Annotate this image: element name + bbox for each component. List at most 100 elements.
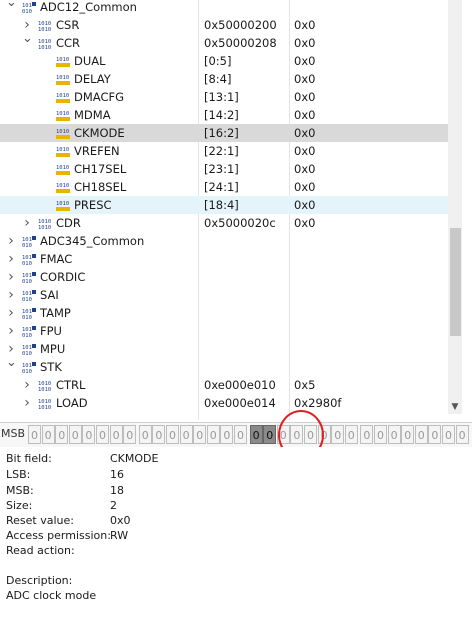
bit-cell[interactable]: 0	[138, 425, 152, 444]
bit-cell[interactable]: 0	[109, 425, 123, 444]
bit-cell[interactable]: 0	[344, 425, 358, 444]
bit-cell[interactable]: 0	[152, 425, 166, 444]
bit-cell[interactable]: 0	[249, 425, 263, 444]
bit-cell[interactable]: 0	[68, 425, 82, 444]
tree-row-load[interactable]: › 1010 1010 LOAD 0xe000e014 0x2980f	[0, 394, 462, 412]
bit-cell[interactable]: 0	[455, 425, 469, 444]
value-cell[interactable]: 0x0	[294, 178, 454, 196]
address-cell: 0x50000200	[204, 18, 277, 32]
value-cell[interactable]: 0x0	[294, 16, 454, 34]
svg-text:1010: 1010	[38, 27, 51, 32]
row-label: MPU	[40, 342, 66, 356]
bit-cell[interactable]: 0	[206, 425, 220, 444]
vertical-scrollbar-thumb[interactable]	[450, 228, 461, 336]
svg-text:1010: 1010	[56, 165, 69, 171]
value-cell[interactable]: 0x0	[294, 142, 454, 160]
value-cell[interactable]: 0x0	[294, 106, 454, 124]
bit-cell[interactable]: 0	[166, 425, 179, 444]
svg-text:1010: 1010	[56, 75, 69, 81]
chevron-right-icon[interactable]: ›	[6, 232, 16, 250]
value-cell[interactable]: 0x0	[294, 34, 454, 52]
chevron-right-icon[interactable]: ›	[22, 214, 32, 232]
tree-row-ch17sel[interactable]: 1010 CH17SEL [23:1] 0x0	[0, 160, 462, 178]
scroll-down-arrow-icon[interactable]: ▼	[448, 400, 462, 414]
row-label: CSR	[56, 18, 80, 32]
bit-cell[interactable]: 0	[28, 425, 41, 444]
tree-row-stk[interactable]: ⌄ 101 010 STK	[0, 355, 462, 376]
value-cell[interactable]: 0x0	[294, 88, 454, 106]
value-cell[interactable]: 0x0	[294, 52, 454, 70]
bit-cell[interactable]: 0	[55, 425, 69, 444]
tree-row-ctrl[interactable]: › 1010 1010 CTRL 0xe000e010 0x5	[0, 376, 462, 394]
bit-cell[interactable]: 0	[401, 425, 415, 444]
tree-row-tamp[interactable]: › 101 010 TAMP	[0, 304, 462, 322]
bit-cell[interactable]: 0	[387, 425, 401, 444]
value-cell[interactable]: 0x0	[294, 160, 454, 178]
value-cell[interactable]: 0x0	[294, 214, 454, 232]
tree-row-ccr[interactable]: ⌄ 1010 1010 CCR 0x50000208 0x0	[0, 31, 462, 52]
bit-cell[interactable]: 0	[123, 425, 137, 444]
row-label: CH18SEL	[74, 180, 127, 194]
value-cell[interactable]: 0x0	[294, 124, 454, 142]
chevron-down-icon[interactable]: ⌄	[22, 30, 33, 48]
chevron-right-icon[interactable]: ›	[6, 286, 16, 304]
tree-row-dmacfg[interactable]: 1010 DMACFG [13:1] 0x0	[0, 88, 462, 106]
tree-row-delay[interactable]: 1010 DELAY [8:4] 0x0	[0, 70, 462, 88]
field-icon: 1010	[56, 55, 70, 67]
tree-row-adc12_common[interactable]: ⌄ 101 010 ADC12_Common	[0, 0, 462, 16]
tree-row-dual[interactable]: 1010 DUAL [0:5] 0x0	[0, 52, 462, 70]
tree-row-mdma[interactable]: 1010 MDMA [14:2] 0x0	[0, 106, 462, 124]
bit-cell[interactable]: 0	[360, 425, 374, 444]
tree-row-presc[interactable]: 1010 PRESC [18:4] 0x0	[0, 196, 462, 214]
chevron-right-icon[interactable]: ›	[6, 250, 16, 268]
row-label: PRESC	[74, 198, 112, 212]
chevron-right-icon[interactable]: ›	[6, 304, 16, 322]
chevron-right-icon[interactable]: ›	[22, 394, 32, 412]
bit-cell[interactable]: 0	[263, 425, 277, 444]
bit-cell[interactable]: 0	[96, 425, 109, 444]
bit-cell[interactable]: 0	[234, 425, 247, 444]
chevron-right-icon[interactable]: ›	[6, 322, 16, 340]
tree-row-cordic[interactable]: › 101 010 CORDIC	[0, 268, 462, 286]
bit-cell[interactable]: 0	[290, 425, 304, 444]
register-tree[interactable]: ⌄ 101 010 ADC12_Common › 1010 1010 CSR 0x5000020…	[0, 0, 472, 420]
tree-row-fpu[interactable]: › 101 010 FPU	[0, 322, 462, 340]
value-cell[interactable]: 0x0	[294, 70, 454, 88]
svg-text:1010: 1010	[56, 129, 69, 135]
bit-cell[interactable]: 0	[428, 425, 442, 444]
bit-cell[interactable]: 0	[331, 425, 345, 444]
chevron-down-icon[interactable]: ⌄	[6, 354, 17, 372]
tree-row-cdr[interactable]: › 1010 1010 CDR 0x5000020c 0x0	[0, 214, 462, 232]
tree-row-ckmode[interactable]: 1010 CKMODE [16:2] 0x0	[0, 124, 462, 142]
name-cell: › 101 010 MPU	[0, 340, 198, 358]
tree-row-sai[interactable]: › 101 010 SAI	[0, 286, 462, 304]
bit-cell[interactable]: 0	[276, 425, 290, 444]
bit-cell[interactable]: 0	[41, 425, 55, 444]
bit-cell[interactable]: 0	[317, 425, 331, 444]
row-label: VREFEN	[74, 144, 120, 158]
vertical-scrollbar-track[interactable]	[448, 0, 462, 414]
tree-row-fmac[interactable]: › 101 010 FMAC	[0, 250, 462, 268]
bit-cell[interactable]: 0	[374, 425, 387, 444]
svg-text:1010: 1010	[56, 201, 69, 207]
lsb-label: LSB:	[6, 468, 31, 481]
tree-row-vrefen[interactable]: 1010 VREFEN [22:1] 0x0	[0, 142, 462, 160]
tree-row-ch18sel[interactable]: 1010 CH18SEL [24:1] 0x0	[0, 178, 462, 196]
value-cell[interactable]: 0x2980f	[294, 394, 454, 412]
bit-cell[interactable]: 0	[82, 425, 96, 444]
bit-cell[interactable]: 0	[193, 425, 207, 444]
bit-cell[interactable]: 0	[179, 425, 193, 444]
chevron-right-icon[interactable]: ›	[22, 376, 32, 394]
value-cell[interactable]: 0x5	[294, 376, 454, 394]
bit-cell[interactable]: 0	[220, 425, 234, 444]
tree-row-mpu[interactable]: › 101 010 MPU	[0, 340, 462, 358]
description-value: ADC clock mode	[6, 589, 97, 602]
chevron-right-icon[interactable]: ›	[6, 268, 16, 286]
bit-cell[interactable]: 0	[442, 425, 455, 444]
tree-row-adc345_common[interactable]: › 101 010 ADC345_Common	[0, 232, 462, 250]
chevron-down-icon[interactable]: ⌄	[6, 0, 17, 12]
value-cell[interactable]: 0x0	[294, 196, 454, 214]
bit-cell[interactable]: 0	[304, 425, 317, 444]
tree-row-csr[interactable]: › 1010 1010 CSR 0x50000200 0x0	[0, 16, 462, 34]
bit-cell[interactable]: 0	[414, 425, 428, 444]
